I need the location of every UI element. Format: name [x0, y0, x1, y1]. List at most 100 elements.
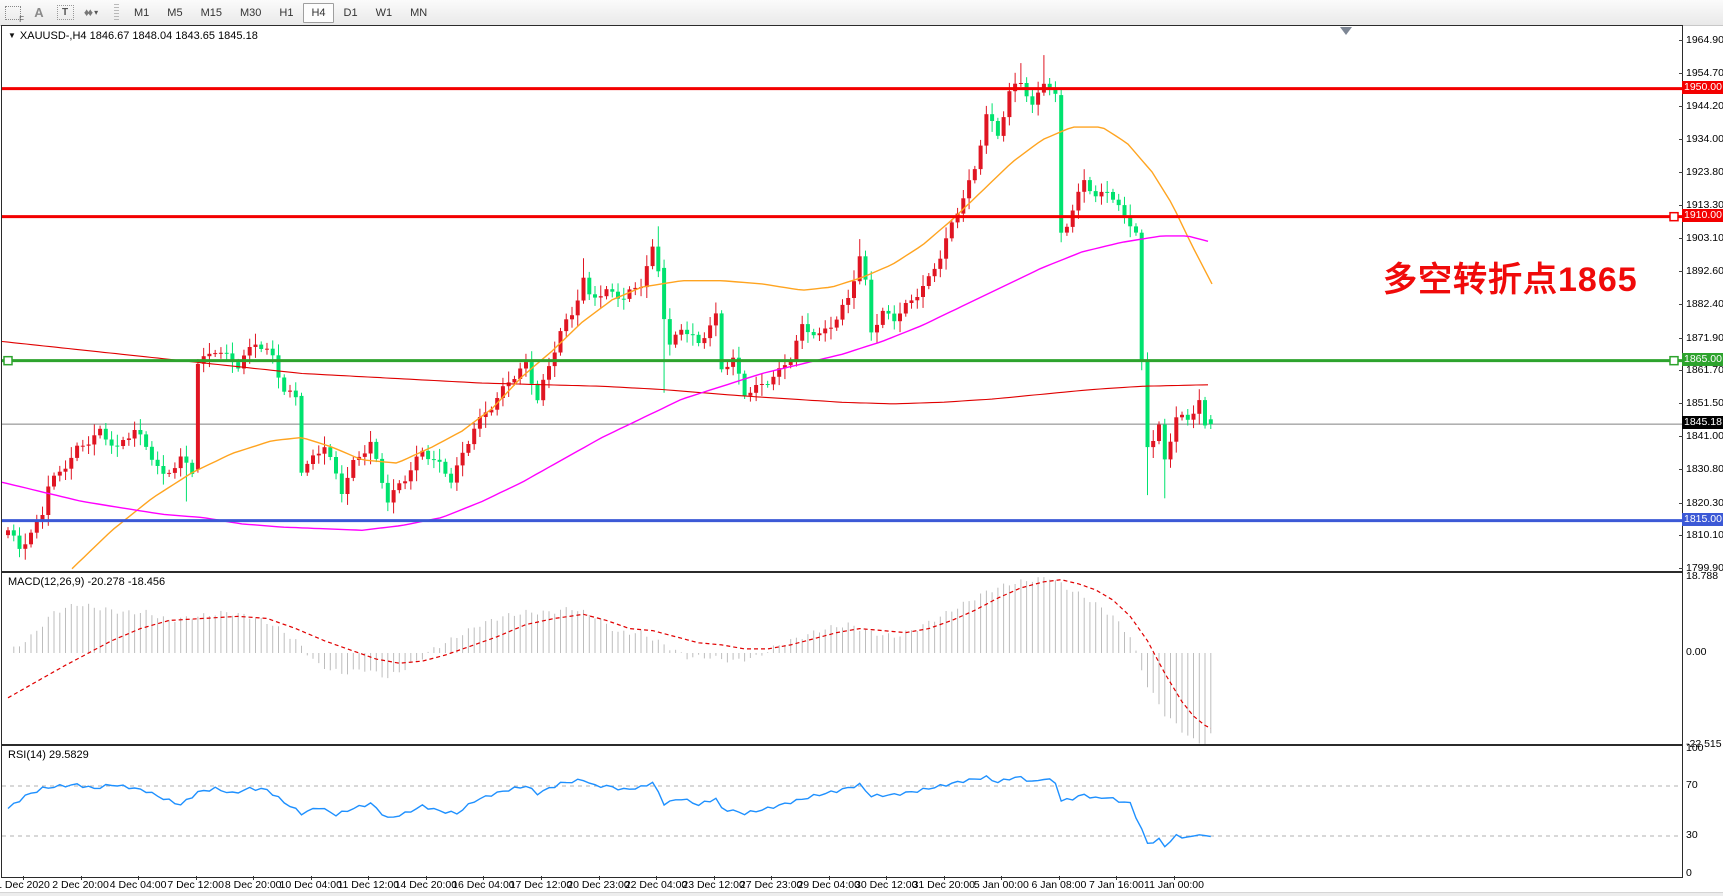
candle-body	[236, 362, 240, 368]
mt4-chart-window: F A T ♦♦ ▾ M1M5M15M30H1H4D1W1MN ▼XAUUSD-…	[0, 0, 1723, 896]
candle-body	[967, 180, 971, 198]
candle-body	[472, 429, 476, 444]
candle-body	[254, 345, 258, 347]
timeframe-button-m5[interactable]: M5	[159, 3, 190, 23]
candle-body	[938, 259, 942, 269]
time-label: 29 Dec 04:00	[797, 879, 859, 891]
candle-body	[75, 446, 79, 458]
candle-body	[651, 247, 655, 267]
candle-body	[144, 434, 148, 447]
candle-body	[668, 319, 672, 345]
text-label-icon[interactable]: A	[27, 2, 51, 23]
candle-body	[1174, 417, 1178, 441]
timeframe-button-d1[interactable]: D1	[336, 3, 366, 23]
candle-body	[127, 438, 131, 440]
axis-tick	[1679, 568, 1683, 569]
candle-body	[1197, 400, 1201, 414]
candle-body	[697, 335, 701, 343]
timeframe-button-w1[interactable]: W1	[368, 3, 401, 23]
candle-body	[265, 349, 269, 350]
time-axis[interactable]: 1 Dec 20202 Dec 20:004 Dec 04:007 Dec 12…	[0, 877, 1723, 892]
price-axis[interactable]: 1964.901954.701944.201934.001923.801913.…	[1683, 25, 1723, 571]
time-label: 7 Dec 12:00	[167, 879, 224, 891]
level-price-label: 1815.00	[1682, 513, 1723, 526]
candle-body	[403, 481, 407, 483]
axis-tick-label: 1830.80	[1686, 463, 1723, 475]
timeframe-button-mn[interactable]: MN	[402, 3, 435, 23]
timeframe-button-h4[interactable]: H4	[303, 3, 333, 23]
time-label: 23 Dec 12:00	[682, 879, 744, 891]
candle-body	[1100, 192, 1104, 197]
text-box-icon[interactable]: T	[53, 2, 77, 23]
axis-tick-label: 30	[1686, 829, 1698, 841]
axis-tick	[1679, 338, 1683, 339]
candle-body	[610, 289, 614, 292]
candle-body	[1180, 415, 1184, 418]
time-label: 2 Dec 20:00	[52, 879, 109, 891]
time-label: 8 Dec 20:00	[225, 879, 282, 891]
axis-tick	[1679, 503, 1683, 504]
macd-panel[interactable]: MACD(12,26,9) -20.278 -18.456	[1, 572, 1683, 745]
candle-body	[213, 353, 217, 354]
timeframe-button-m1[interactable]: M1	[126, 3, 157, 23]
level-handle	[1670, 357, 1678, 365]
candle-body	[708, 325, 712, 338]
time-label: 31 Dec 20:00	[913, 879, 975, 891]
candle-body	[818, 333, 822, 335]
candle-body	[541, 380, 545, 400]
time-label: 1 Dec 2020	[0, 879, 50, 891]
ma-orange	[72, 127, 1212, 569]
shift-marker-icon[interactable]	[1340, 27, 1352, 35]
candle-body	[1209, 419, 1213, 424]
candle-body	[645, 266, 649, 287]
arrange-arrows-icon[interactable]: ♦♦ ▾	[79, 2, 103, 23]
candle-body	[973, 169, 977, 180]
candle-body	[455, 465, 459, 482]
candle-body	[835, 320, 839, 328]
axis-tick-label: 70	[1686, 779, 1698, 791]
toolbar-drag-handle[interactable]	[114, 4, 119, 22]
candle-body	[714, 313, 718, 325]
candle-body	[812, 332, 816, 335]
candle-body	[1019, 83, 1023, 84]
dotted-frame-f-icon[interactable]: F	[1, 2, 25, 23]
time-label: 22 Dec 04:00	[625, 879, 687, 891]
candle-body	[392, 490, 396, 502]
candle-body	[346, 478, 350, 494]
candle-body	[438, 460, 442, 462]
candle-body	[363, 453, 367, 457]
candle-body	[622, 299, 626, 300]
axis-tick-label: 1923.80	[1686, 166, 1723, 178]
candle-body	[351, 460, 355, 478]
candle-body	[582, 278, 586, 301]
symbol-dropdown-icon[interactable]: ▼	[8, 31, 16, 40]
candle-body	[547, 366, 551, 380]
candle-body	[841, 305, 845, 320]
candle-body	[892, 314, 896, 322]
level-price-label: 1845.18	[1682, 416, 1723, 429]
candle-body	[219, 353, 223, 354]
timeframe-button-h1[interactable]: H1	[271, 3, 301, 23]
axis-tick-label: 1954.70	[1686, 67, 1723, 79]
axis-tick	[1679, 106, 1683, 107]
axis-tick-label: 1892.60	[1686, 265, 1723, 277]
candle-body	[29, 533, 33, 545]
axis-tick-label: 1820.30	[1686, 497, 1723, 509]
candle-body	[794, 341, 798, 361]
candle-body	[933, 269, 937, 276]
timeframe-button-m30[interactable]: M30	[232, 3, 269, 23]
candle-body	[576, 301, 580, 316]
candle-body	[150, 447, 154, 460]
rsi-panel[interactable]: RSI(14) 29.5829	[1, 745, 1683, 878]
candle-body	[449, 474, 453, 483]
candle-body	[1036, 93, 1040, 105]
candle-body	[386, 483, 390, 503]
time-label: 14 Dec 20:00	[395, 879, 457, 891]
candle-body	[950, 222, 954, 238]
candle-body	[731, 358, 735, 367]
candle-body	[1065, 227, 1069, 233]
candle-body	[374, 442, 378, 459]
timeframe-button-m15[interactable]: M15	[193, 3, 230, 23]
candle-body	[1111, 192, 1115, 200]
candle-body	[259, 345, 263, 349]
